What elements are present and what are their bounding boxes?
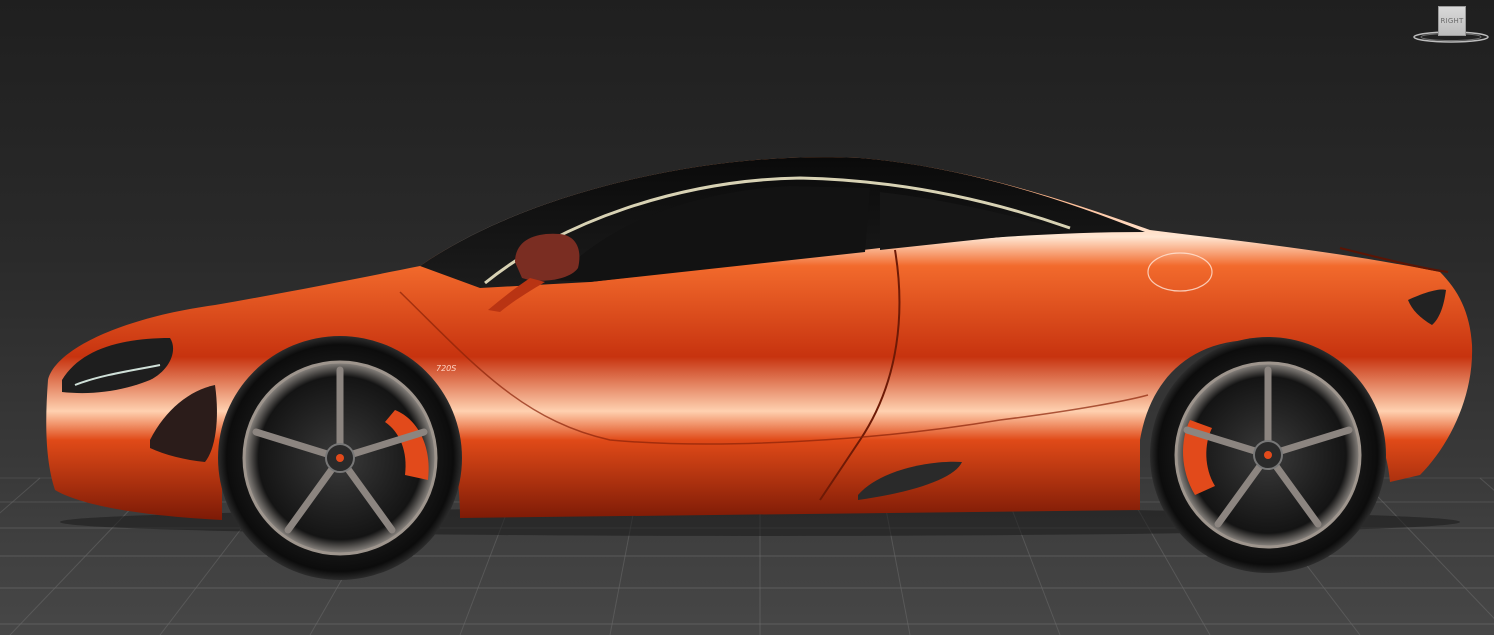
3d-viewport[interactable]: 720S RIGHT xyxy=(0,0,1494,635)
front-wheel[interactable] xyxy=(218,336,462,580)
viewcube-navigator[interactable]: RIGHT xyxy=(1412,4,1490,44)
viewport-scene: 720S xyxy=(0,157,1494,635)
model-badge: 720S xyxy=(436,364,456,373)
rear-wheel[interactable] xyxy=(1150,337,1386,573)
car-model[interactable]: 720S xyxy=(46,157,1473,580)
viewcube-face-right[interactable]: RIGHT xyxy=(1438,6,1466,36)
viewcube-face-label: RIGHT xyxy=(1440,17,1464,25)
